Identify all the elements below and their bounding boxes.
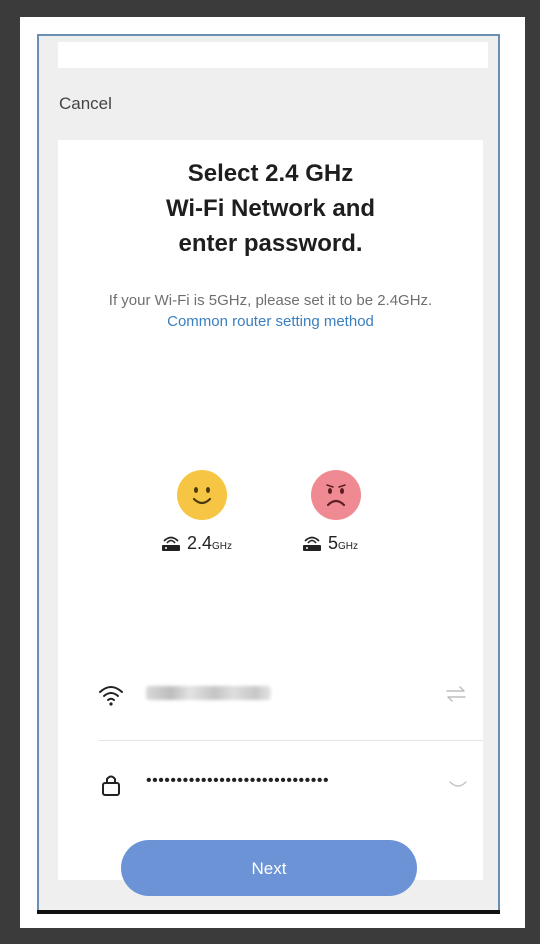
bottom-edge [37,910,500,914]
wifi-icon [98,682,124,708]
band-unit: GHz [212,541,233,552]
status-area [58,42,488,68]
field-divider [98,740,483,741]
router-icon [302,536,322,552]
eye-closed-icon[interactable] [448,776,468,792]
router-setting-link[interactable]: Common router setting method [167,313,374,330]
wifi-network-field[interactable] [98,676,468,716]
band-value: 5 [328,533,339,553]
next-button[interactable]: Next [121,840,417,896]
router-icon [161,536,181,552]
password-field[interactable]: •••••••••••••••••••••••••••••• [98,766,468,806]
phone-screen: Cancel Select 2.4 GHz Wi-Fi Network and … [37,34,500,912]
network-name-blurred [146,686,271,700]
lock-icon [98,772,124,798]
description-text: If your Wi-Fi is 5GHz, please set it to … [108,292,433,309]
band-2-4ghz: 2.4GHz [161,533,232,554]
band-value: 2.4 [187,533,213,553]
band-unit: GHz [338,541,359,552]
content-card: Select 2.4 GHz Wi-Fi Network and enter p… [58,140,483,896]
title-line: Select 2.4 GHz [187,160,354,187]
title-line: enter password. [178,230,363,257]
title-line: Wi-Fi Network and [165,195,376,222]
cancel-button[interactable]: Cancel [59,94,112,114]
description: If your Wi-Fi is 5GHz, please set it to … [103,290,438,332]
switch-network-icon[interactable] [444,684,468,704]
password-input[interactable]: •••••••••••••••••••••••••••••• [146,772,361,790]
sad-face-icon [311,470,361,520]
page-title: Select 2.4 GHz Wi-Fi Network and enter p… [58,156,483,261]
band-5ghz: 5GHz [302,533,358,554]
happy-face-icon [177,470,227,520]
